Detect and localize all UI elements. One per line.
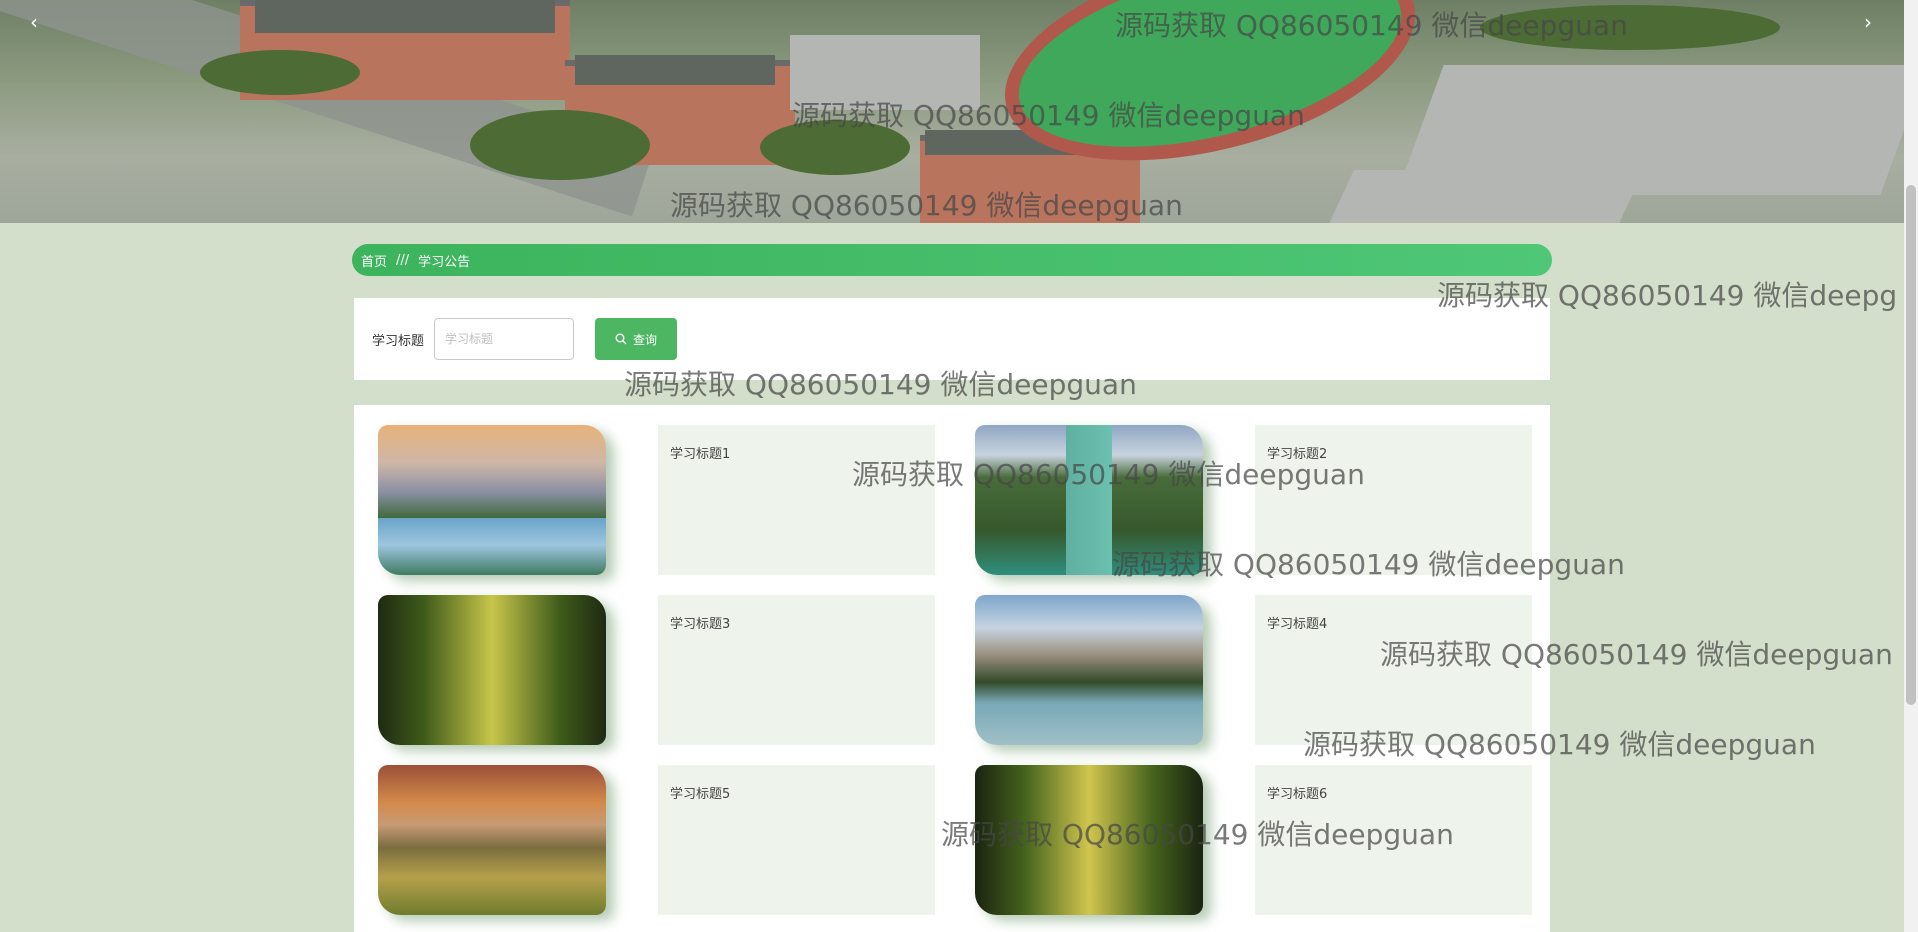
scrollbar-thumb[interactable] [1906,185,1916,705]
item-info: 学习标题5 [658,765,935,915]
list-item[interactable]: 学习标题3 [378,595,958,745]
search-button-label: 查询 [633,332,658,347]
item-title[interactable]: 学习标题4 [1267,617,1327,632]
item-info: 学习标题2 [1255,425,1532,575]
list-item[interactable]: 学习标题6 [975,765,1555,915]
item-thumbnail[interactable] [975,765,1203,915]
carousel-next-arrow[interactable]: › [1856,10,1880,34]
breadcrumb-home[interactable]: 首页 [361,251,387,270]
search-panel: 学习标题 查询 [354,298,1550,380]
item-title[interactable]: 学习标题2 [1267,447,1327,462]
item-info: 学习标题3 [658,595,935,745]
study-list: 学习标题1 学习标题2 学习标题3 学习标题4 学习标题5 学习标题6 [354,405,1550,932]
item-info: 学习标题6 [1255,765,1532,915]
item-thumbnail[interactable] [378,765,606,915]
search-label: 学习标题 [372,333,425,349]
list-item[interactable]: 学习标题1 [378,425,958,575]
breadcrumb: 首页 /// 学习公告 [352,244,1552,276]
item-thumbnail[interactable] [975,595,1203,745]
breadcrumb-separator: /// [396,252,410,268]
item-title[interactable]: 学习标题6 [1267,787,1327,802]
list-item[interactable]: 学习标题5 [378,765,958,915]
search-icon [615,333,627,345]
item-thumbnail[interactable] [378,425,606,575]
list-item[interactable]: 学习标题4 [975,595,1555,745]
carousel-prev-arrow[interactable]: ‹ [22,10,46,34]
search-input[interactable] [434,318,575,360]
item-thumbnail[interactable] [378,595,606,745]
search-button[interactable]: 查询 [595,318,678,360]
item-title[interactable]: 学习标题3 [670,617,730,632]
item-title[interactable]: 学习标题1 [670,447,730,462]
banner-carousel: ‹ › [0,0,1904,223]
breadcrumb-current: 学习公告 [418,254,471,270]
item-info: 学习标题4 [1255,595,1532,745]
item-title[interactable]: 学习标题5 [670,787,730,802]
item-thumbnail[interactable] [975,425,1203,575]
item-info: 学习标题1 [658,425,935,575]
list-item[interactable]: 学习标题2 [975,425,1555,575]
page-scrollbar[interactable] [1904,0,1918,932]
